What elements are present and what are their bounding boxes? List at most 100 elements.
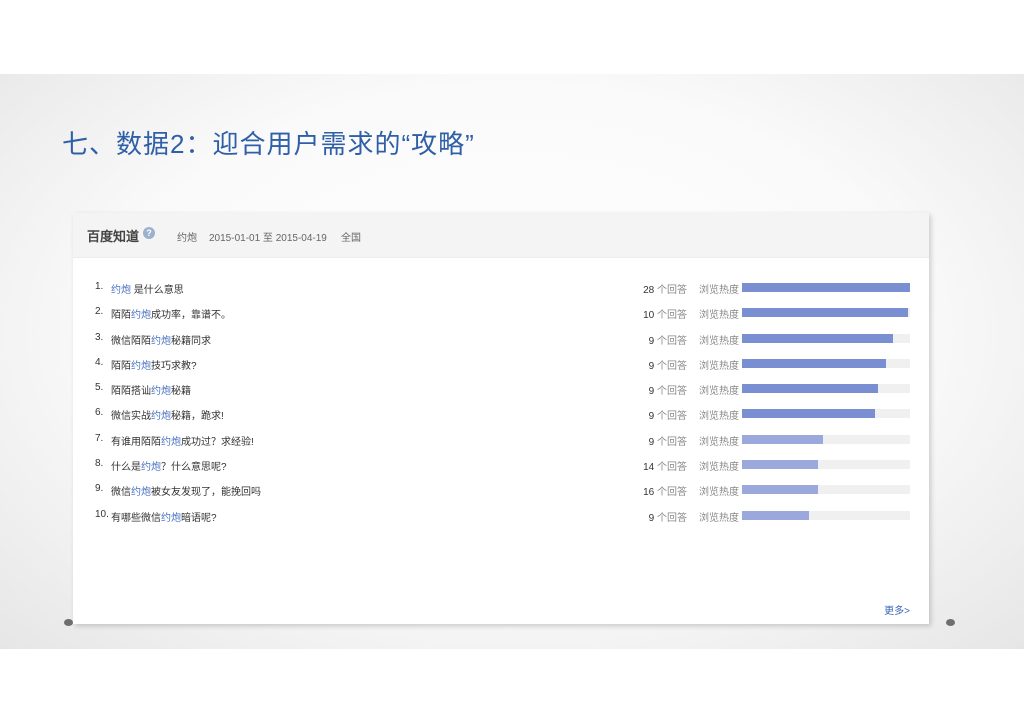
- heat-label: 浏览热度: [699, 386, 739, 398]
- question-keyword: 约炮: [111, 285, 131, 296]
- answer-count-unit: 个回答: [657, 487, 687, 499]
- question-prefix: 什么是: [111, 462, 141, 474]
- heat-bar: [742, 358, 910, 368]
- question-keyword: 约炮: [131, 310, 151, 322]
- question-link[interactable]: 约炮 是什么意思: [111, 281, 184, 296]
- heat-bar-fill: [742, 434, 823, 444]
- heat-label: 浏览热度: [699, 310, 739, 322]
- heat-label: 浏览热度: [699, 512, 739, 524]
- answer-count: 9 个回答: [649, 332, 687, 347]
- question-prefix: 微信: [111, 487, 131, 499]
- question-link[interactable]: 微信约炮被女友发现了，能挽回吗: [111, 483, 261, 498]
- answer-count-value: 9: [648, 436, 655, 448]
- answer-count: 9 个回答: [649, 433, 687, 448]
- heat-label: 浏览热度: [699, 487, 739, 499]
- answer-count: 16 个回答: [643, 483, 687, 498]
- row-number: 5.: [95, 382, 104, 394]
- question-row[interactable]: 9. 微信约炮被女友发现了，能挽回吗 16 个回答 浏览热度: [73, 479, 929, 504]
- answer-count-unit: 个回答: [657, 360, 687, 372]
- answer-count-unit: 个回答: [657, 462, 687, 474]
- answer-count-value: 9: [648, 360, 655, 372]
- answer-count-unit: 个回答: [657, 335, 687, 347]
- answer-count: 9 个回答: [649, 509, 687, 524]
- answer-count: 10 个回答: [643, 306, 687, 321]
- question-row[interactable]: 1. 约炮 是什么意思 28 个回答 浏览热度: [73, 277, 929, 302]
- answer-count-unit: 个回答: [657, 285, 687, 296]
- question-keyword: 约炮: [141, 462, 161, 474]
- more-link[interactable]: 更多>: [884, 602, 910, 617]
- heat-bar: [742, 333, 910, 343]
- heat-bar: [742, 283, 910, 292]
- question-link[interactable]: 微信实战约炮秘籍，跪求!: [111, 407, 224, 422]
- question-suffix: 秘籍同求: [171, 335, 211, 347]
- question-link[interactable]: 有谁用陌陌约炮成功过？求经验!: [111, 433, 254, 448]
- answer-count-unit: 个回答: [657, 386, 687, 398]
- row-number: 6.: [95, 407, 104, 419]
- question-row[interactable]: 2. 陌陌约炮成功率，靠谱不。 10 个回答 浏览热度: [73, 302, 929, 327]
- question-prefix: 陌陌: [111, 360, 131, 372]
- heat-label: 浏览热度: [699, 335, 739, 347]
- heat-bar-fill: [742, 308, 909, 318]
- question-suffix: 秘籍，跪求!: [171, 411, 224, 423]
- heat-bar: [742, 308, 910, 318]
- date-range: 2015-01-01 至 2015-04-19: [209, 233, 327, 244]
- answer-count-unit: 个回答: [657, 310, 687, 322]
- question-keyword: 约炮: [161, 512, 181, 524]
- question-row[interactable]: 8. 什么是约炮？什么意思呢? 14 个回答 浏览热度: [73, 454, 929, 479]
- heat-bar: [742, 409, 910, 419]
- heat-bar: [742, 434, 910, 444]
- question-link[interactable]: 有哪些微信约炮暗语呢?: [111, 509, 217, 524]
- help-icon[interactable]: ?: [143, 227, 155, 239]
- row-number: 2.: [95, 306, 104, 318]
- question-suffix: ？什么意思呢?: [161, 462, 227, 474]
- question-prefix: 有哪些微信: [111, 512, 161, 524]
- question-keyword: 约炮: [151, 386, 171, 398]
- slide-title: 七、数据2：迎合用户需求的“攻略”: [62, 129, 475, 159]
- heat-label: 浏览热度: [699, 285, 739, 296]
- row-number: 8.: [95, 458, 104, 470]
- question-suffix: 成功过？求经验!: [181, 436, 254, 448]
- question-link[interactable]: 陌陌搭讪约炮秘籍: [111, 382, 191, 397]
- answer-count-value: 28: [643, 285, 655, 296]
- heat-bar-fill: [742, 460, 818, 470]
- answer-count-value: 16: [643, 487, 655, 499]
- decor-dot-left: [64, 619, 73, 626]
- heat-bar-fill: [742, 384, 879, 394]
- question-keyword: 约炮: [161, 436, 181, 448]
- question-row[interactable]: 5. 陌陌搭讪约炮秘籍 9 个回答 浏览热度: [73, 378, 929, 403]
- heat-label: 浏览热度: [699, 411, 739, 423]
- heat-bar-fill: [742, 333, 894, 343]
- question-suffix: 技巧求教?: [151, 360, 197, 372]
- question-link[interactable]: 陌陌约炮成功率，靠谱不。: [111, 306, 231, 321]
- answer-count-value: 10: [643, 310, 655, 322]
- baidu-zhidao-panel: 百度知道 ? 约炮 2015-01-01 至 2015-04-19 全国 1. 约…: [73, 213, 929, 624]
- row-number: 7.: [95, 432, 104, 444]
- question-prefix: 陌陌搭讪: [111, 386, 151, 398]
- row-number: 1.: [95, 281, 104, 292]
- question-row[interactable]: 6. 微信实战约炮秘籍，跪求! 9 个回答 浏览热度: [73, 403, 929, 428]
- answer-count-unit: 个回答: [657, 436, 687, 448]
- heat-bar-fill: [742, 358, 887, 368]
- question-link[interactable]: 陌陌约炮技巧求教?: [111, 357, 197, 372]
- search-keyword: 约炮: [177, 233, 197, 244]
- answer-count-value: 9: [648, 386, 655, 398]
- question-row[interactable]: 10. 有哪些微信约炮暗语呢? 9 个回答 浏览热度: [73, 505, 929, 530]
- heat-bar: [742, 485, 910, 495]
- answer-count: 9 个回答: [649, 357, 687, 372]
- answer-count: 28 个回答: [643, 281, 687, 296]
- answer-count-unit: 个回答: [657, 411, 687, 423]
- question-link[interactable]: 什么是约炮？什么意思呢?: [111, 458, 227, 473]
- answer-count: 14 个回答: [643, 458, 687, 473]
- decor-dot-right: [946, 619, 955, 626]
- panel-header: 百度知道 ? 约炮 2015-01-01 至 2015-04-19 全国: [73, 213, 929, 258]
- question-link[interactable]: 微信陌陌约炮秘籍同求: [111, 332, 211, 347]
- question-row[interactable]: 7. 有谁用陌陌约炮成功过？求经验! 9 个回答 浏览热度: [73, 429, 929, 454]
- heat-bar-fill: [742, 409, 875, 419]
- question-keyword: 约炮: [131, 487, 151, 499]
- heat-bar: [742, 510, 910, 520]
- heat-bar: [742, 460, 910, 470]
- question-row[interactable]: 3. 微信陌陌约炮秘籍同求 9 个回答 浏览热度: [73, 328, 929, 353]
- heat-bar-fill: [742, 510, 810, 520]
- region-label: 全国: [341, 233, 361, 244]
- question-row[interactable]: 4. 陌陌约炮技巧求教? 9 个回答 浏览热度: [73, 353, 929, 378]
